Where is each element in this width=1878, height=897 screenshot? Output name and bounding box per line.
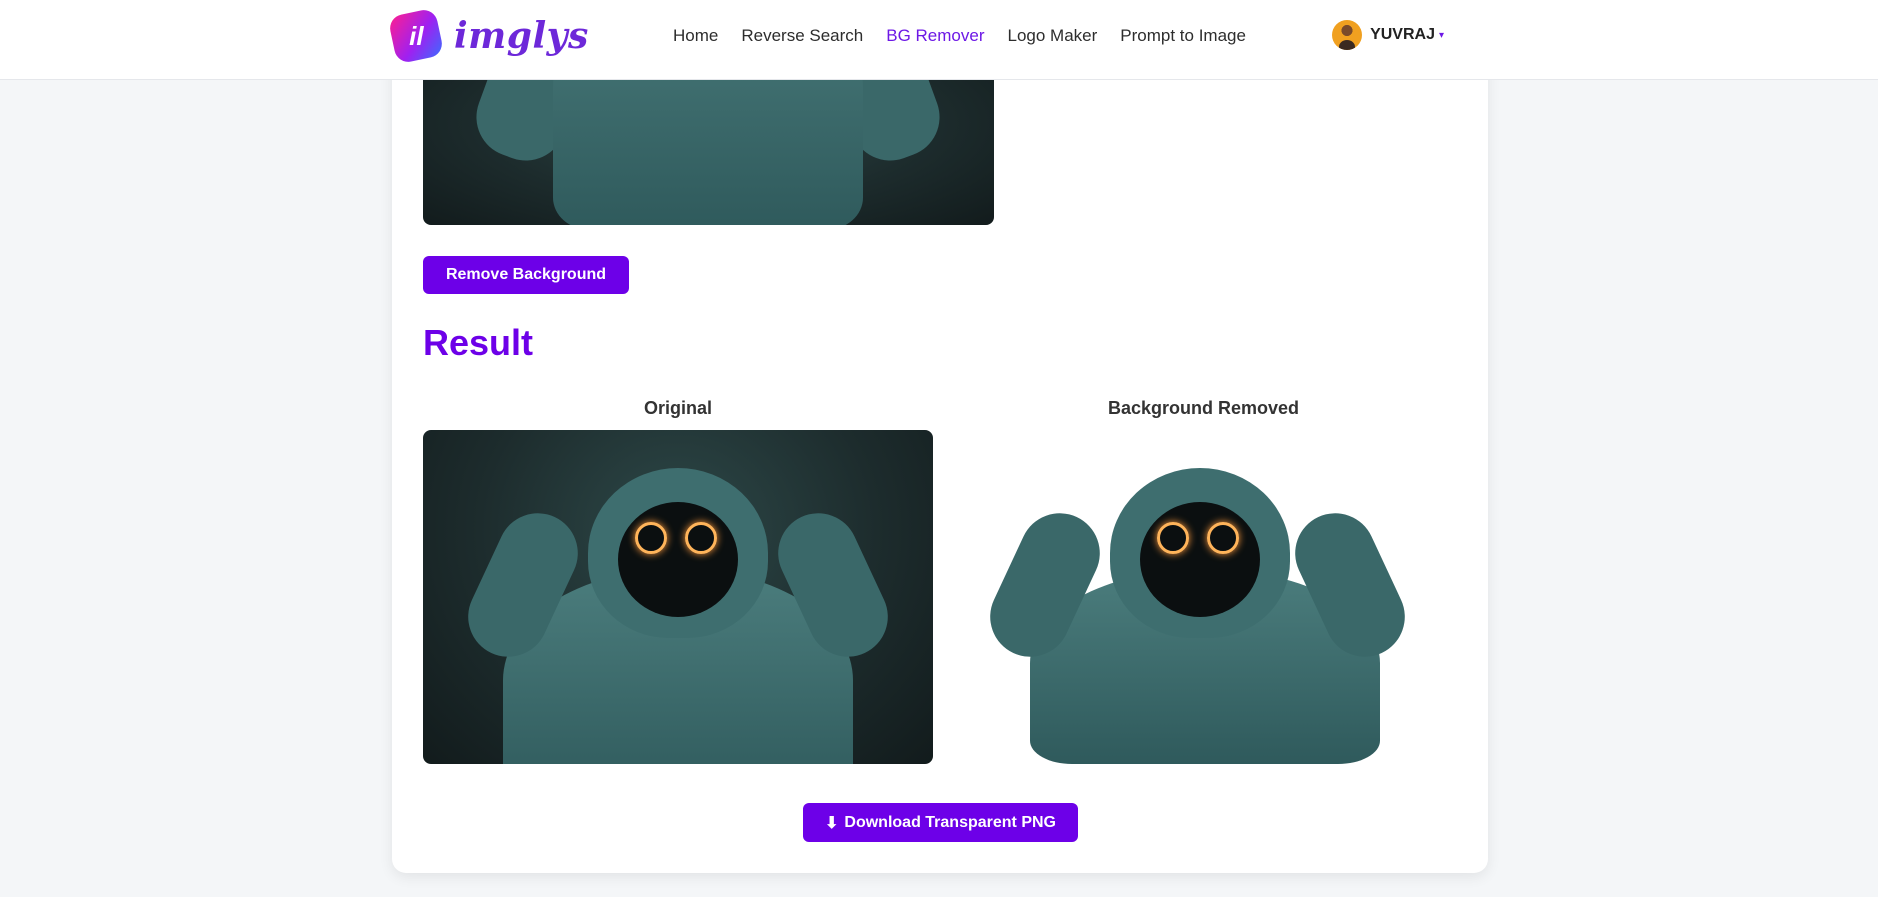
nav-bg-remover[interactable]: BG Remover (886, 24, 984, 48)
user-name: YUVRAJ (1370, 26, 1435, 43)
download-icon: ⬇ (825, 814, 839, 832)
user-menu[interactable]: YUVRAJ ▾ (1332, 20, 1444, 50)
uploaded-image-preview (423, 80, 994, 225)
nav-logo-maker[interactable]: Logo Maker (1008, 24, 1098, 48)
logo-mark-icon: il (387, 7, 445, 65)
background-removed-image (977, 460, 1418, 764)
nav-reverse-search[interactable]: Reverse Search (741, 24, 863, 48)
background-removed-caption: Background Removed (1108, 398, 1300, 418)
original-image (423, 430, 933, 764)
top-header: il imglys Home Reverse Search BG Remover… (0, 0, 1878, 80)
logo[interactable]: il imglys (387, 7, 589, 65)
avatar (1332, 20, 1363, 50)
download-label: Download Transparent PNG (844, 813, 1056, 831)
nav-home[interactable]: Home (673, 24, 718, 48)
main-nav: Home Reverse Search BG Remover Logo Make… (673, 24, 1246, 48)
remove-background-button[interactable]: Remove Background (423, 256, 629, 294)
caret-down-icon: ▾ (1438, 29, 1444, 41)
download-png-button[interactable]: ⬇ Download Transparent PNG (803, 803, 1078, 842)
original-caption: Original (644, 398, 713, 418)
nav-prompt-to-image[interactable]: Prompt to Image (1120, 24, 1246, 48)
logo-text: imglys (454, 15, 589, 57)
result-heading: Result (423, 322, 534, 363)
